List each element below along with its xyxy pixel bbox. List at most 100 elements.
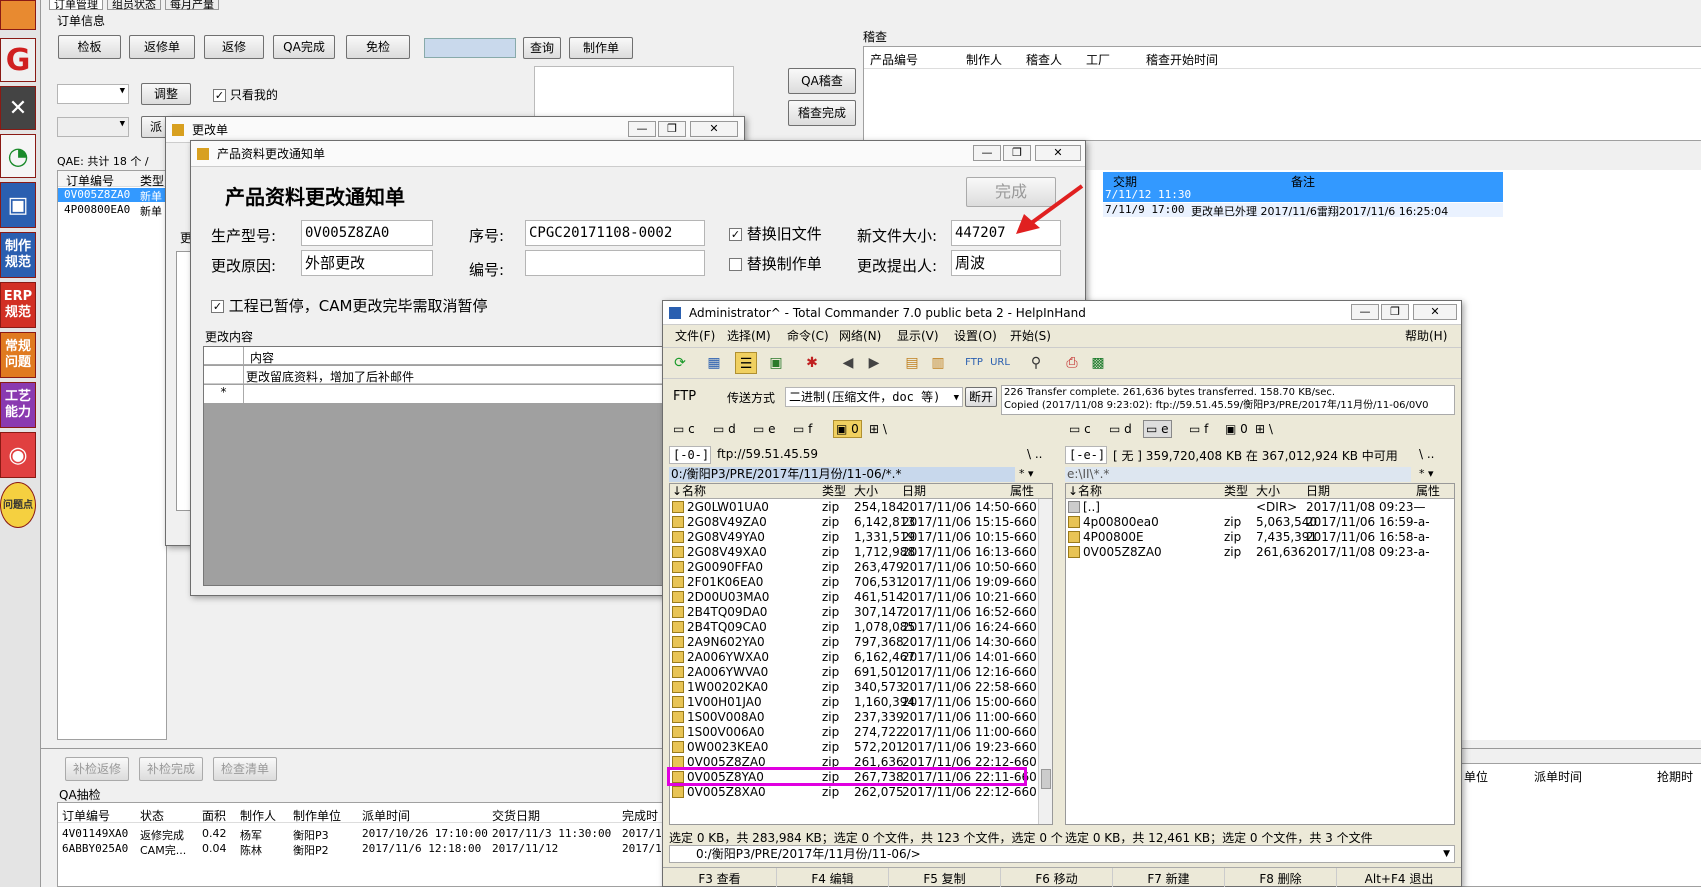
altf4-exit-button[interactable]: Alt+F4 退出	[1337, 868, 1461, 887]
only-mine-checkbox[interactable]: ✓ 只看我的	[213, 86, 278, 103]
file-row[interactable]: 2B4TQ09CA0 zip 1,078,085 2017/11/06 16:24-6…	[670, 620, 1052, 635]
recheck-rework-button[interactable]: 补检返修	[65, 757, 129, 781]
tile-process-capability[interactable]: 工艺 能力	[0, 382, 36, 428]
left-drive-select[interactable]: [-0-]	[669, 446, 711, 464]
file-row[interactable]: 1W00202KA0 zip 340,573 2017/11/06 22:58-660	[670, 680, 1052, 695]
filter-dropdown[interactable]: ▼	[57, 84, 129, 104]
table-row[interactable]: 7/11/12 11:30	[1103, 188, 1503, 202]
audit-complete-button[interactable]: 稽查完成	[788, 100, 856, 126]
forward-icon[interactable]: ▶	[863, 352, 885, 374]
f8-delete-button[interactable]: F8 删除	[1225, 868, 1337, 887]
tools-icon[interactable]: ✱	[801, 352, 823, 374]
g-logo-icon[interactable]: G	[0, 38, 36, 82]
drive-f[interactable]: ▭ f	[1189, 419, 1208, 439]
menu-start[interactable]: 开始(S)	[1010, 326, 1051, 346]
left-path-bar[interactable]: 0:/衡阳P3/PRE/2017年/11月份/11-06/*.*	[669, 467, 1015, 482]
tc-titlebar[interactable]: Administrator^ - Total Commander 7.0 pub…	[663, 301, 1461, 325]
file-row[interactable]: 4P00800E zip 7,435,391 2017/11/06 16:58-a-	[1066, 530, 1454, 545]
file-row[interactable]: 1S00V008A0 zip 237,339 2017/11/06 11:00-660	[670, 710, 1052, 725]
search-input[interactable]	[424, 38, 516, 58]
root-button[interactable]: \ ..	[1027, 447, 1043, 461]
view-icon[interactable]: ☰	[735, 352, 757, 374]
right-history-icon[interactable]: * ▾	[1419, 467, 1434, 480]
back-icon[interactable]: ◀	[837, 352, 859, 374]
floppy-icon[interactable]: ▣	[0, 182, 36, 228]
file-row[interactable]: 0W0023KEA0 zip 572,201 2017/11/06 19:23-660	[670, 740, 1052, 755]
left-scrollbar[interactable]	[1038, 499, 1052, 824]
right-bottom-grid[interactable]: 单位 派单时间 抢期时	[1461, 763, 1701, 887]
col-date[interactable]: 日期	[902, 484, 926, 499]
col-attr[interactable]: 属性	[1010, 484, 1034, 499]
exempt-button[interactable]: 免检	[346, 35, 410, 59]
tile-make-spec[interactable]: 制作 规范	[0, 232, 36, 278]
table-row[interactable]: 6ABBY025A0 CAM完... 0.04 陈林 衡阳P2 2017/11/…	[58, 842, 676, 857]
total-commander-window[interactable]: Administrator^ - Total Commander 7.0 pub…	[662, 300, 1462, 887]
rework-order-button[interactable]: 返修单	[129, 35, 195, 59]
drive-c[interactable]: ▭ c	[673, 419, 695, 439]
url-icon[interactable]: URL	[989, 352, 1011, 374]
chart-app-icon[interactable]: ◔	[0, 134, 36, 178]
drive-d[interactable]: ▭ d	[713, 419, 736, 439]
tile-problem-point[interactable]: 问题点	[0, 482, 36, 528]
adjust-button[interactable]: 调整	[141, 83, 191, 105]
tab-monthly-output[interactable]: 每月产量	[165, 0, 219, 10]
make-order-button[interactable]: 制作单	[569, 37, 633, 59]
replace-old-checkbox[interactable]: ✓ 替换旧文件	[729, 223, 822, 244]
file-row[interactable]: 2G08V49YA0 zip 1,331,519 2017/11/06 10:15-6…	[670, 530, 1052, 545]
f5-copy-button[interactable]: F5 复制	[889, 868, 1001, 887]
drive-f[interactable]: ▭ f	[793, 419, 812, 439]
drive-0[interactable]: ▣ 0	[1225, 419, 1248, 439]
col-name[interactable]: ↓名称	[1068, 484, 1102, 499]
query-button[interactable]: 查询	[523, 37, 561, 59]
replace-make-checkbox[interactable]: 替换制作单	[729, 253, 822, 274]
table-row[interactable]: 4V01149XA0 返修完成 0.42 杨军 衡阳P3 2017/10/26 …	[58, 827, 676, 842]
qa-grid[interactable]: 订单编号 状态 面积 制作人 制作单位 派单时间 交货日期 完成时 4V0114…	[57, 802, 677, 887]
network-drive-icon[interactable]: ⊞ \	[1255, 419, 1273, 439]
col-size[interactable]: 大小	[1256, 484, 1280, 499]
rework-button[interactable]: 返修	[204, 35, 264, 59]
maximize-button[interactable]: ❐	[658, 121, 686, 137]
file-row[interactable]: 2A006YWXA0 zip 6,162,467 2017/11/06 14:01-6…	[670, 650, 1052, 665]
checklist-button[interactable]: 检查清单	[213, 757, 277, 781]
pack-icon[interactable]: ▤	[901, 352, 923, 374]
minimize-button[interactable]: —	[1351, 304, 1379, 320]
close-button[interactable]: ✕	[1035, 145, 1081, 161]
file-row[interactable]: 4p00800ea0 zip 5,063,540 2017/11/06 16:59-a…	[1066, 515, 1454, 530]
dispatch-dropdown[interactable]: ▼	[57, 117, 129, 137]
file-row[interactable]: 2A9N602YA0 zip 797,368 2017/11/06 14:30-660	[670, 635, 1052, 650]
scroll-thumb[interactable]	[1041, 769, 1051, 789]
tools-icon[interactable]: ✕	[0, 86, 36, 130]
root-button[interactable]: \ ..	[1419, 447, 1435, 461]
col-date[interactable]: 日期	[1306, 484, 1330, 499]
reason-field[interactable]: 外部更改	[301, 250, 433, 276]
menu-settings[interactable]: 设置(O)	[954, 326, 997, 346]
file-row[interactable]: 2A006YWVA0 zip 691,501 2017/11/06 12:16-660	[670, 665, 1052, 680]
f3-view-button[interactable]: F3 查看	[663, 868, 777, 887]
tab-order-management[interactable]: 订单管理	[49, 0, 103, 10]
right-drive-select[interactable]: [-e-]	[1065, 446, 1107, 464]
col-attr[interactable]: 属性	[1416, 484, 1440, 499]
minimize-button[interactable]: —	[628, 121, 656, 137]
f7-new-button[interactable]: F7 新建	[1113, 868, 1225, 887]
ftp-log-box[interactable]: 226 Transfer complete. 261,636 bytes tra…	[1001, 385, 1455, 415]
command-line[interactable]: 0:/衡阳P3/PRE/2017年/11月份/11-06/> ▼	[669, 845, 1455, 863]
right-file-list[interactable]: ↓名称 类型 大小 日期 属性 [..] <DIR> 2017/11/08 09:2…	[1065, 483, 1455, 825]
database-icon[interactable]: ◉	[0, 432, 36, 478]
pdf-icon[interactable]: ⎙	[1061, 352, 1083, 374]
col-name[interactable]: ↓名称	[672, 484, 706, 499]
file-row[interactable]: 1V00H01JA0 zip 1,160,394 2017/11/06 15:00-6…	[670, 695, 1052, 710]
minimize-button[interactable]: —	[973, 145, 1001, 161]
menu-network[interactable]: 网络(N)	[839, 326, 881, 346]
file-row[interactable]: 2G08V49XA0 zip 1,712,988 2017/11/06 16:13-6…	[670, 545, 1052, 560]
code-field[interactable]	[525, 250, 705, 276]
col-type[interactable]: 类型	[822, 484, 846, 499]
order-grid[interactable]: 订单编号 类型 0V005Z8ZA0 新单 4P00800EA0 新单	[57, 170, 167, 740]
excel-icon[interactable]: ▩	[1087, 352, 1109, 374]
refresh-icon[interactable]: ⟳	[669, 352, 691, 374]
network-drive-icon[interactable]: ⊞ \	[869, 419, 887, 439]
drive-e[interactable]: ▭ e	[1143, 420, 1172, 438]
recheck-complete-button[interactable]: 补检完成	[139, 757, 203, 781]
transfer-mode-select[interactable]: 二进制(压缩文件，doc 等) ▼	[785, 387, 963, 407]
table-row[interactable]: 0V005Z8ZA0 新单	[58, 188, 166, 203]
drive-e[interactable]: ▭ e	[753, 419, 776, 439]
